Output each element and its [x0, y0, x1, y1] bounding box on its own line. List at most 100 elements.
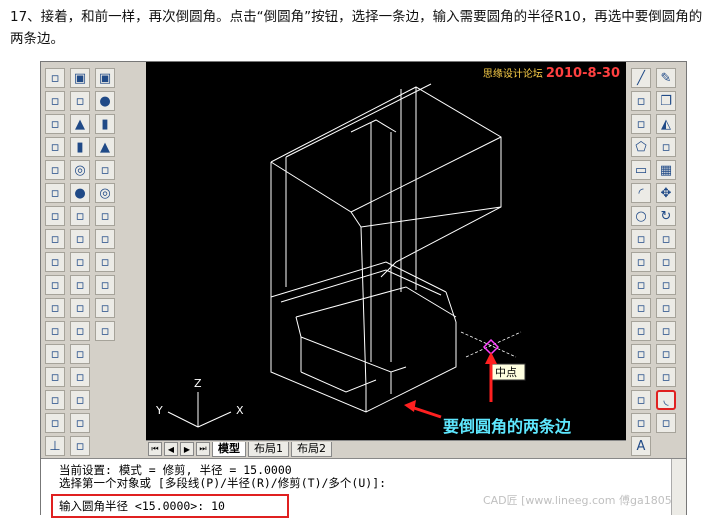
tab-layout1[interactable]: 布局1 [248, 441, 289, 457]
extend-icon[interactable]: ▫ [656, 298, 676, 318]
instruction-text: 17、接着，和前一样，再次倒圆角。点击“倒圆角”按钮，选择一条边，输入需要圆角的… [10, 9, 703, 47]
dim-text-edit-icon[interactable]: ▫ [45, 367, 65, 387]
tab-next-icon[interactable]: ▶ [180, 442, 194, 456]
stretch-icon[interactable]: ▫ [656, 252, 676, 272]
dim-aligned-icon[interactable]: ▫ [45, 91, 65, 111]
setup-drawing-icon[interactable]: ▫ [70, 321, 90, 341]
interfere-icon[interactable]: ▫ [70, 298, 90, 318]
tab-layout2[interactable]: 布局2 [291, 441, 332, 457]
section-icon[interactable]: ▫ [95, 275, 115, 295]
insert-block-icon[interactable]: ▫ [631, 321, 651, 341]
dim-update-icon[interactable]: ▫ [45, 390, 65, 410]
erase-icon[interactable]: ✎ [656, 68, 676, 88]
dim-style-icon[interactable]: ▫ [45, 413, 65, 433]
break-icon[interactable]: ▫ [656, 321, 676, 341]
toolbar-solids: ▣ ▫ ▲ ▮ ◎ ● ▫ ▫ ▫ ▫ ▫ ▫ ▫ ▫ ▫ ▫ ▫ [68, 66, 92, 459]
quick-leader-icon[interactable]: ▫ [45, 275, 65, 295]
rectangle-icon[interactable]: ▭ [631, 160, 651, 180]
intersect-icon[interactable]: ▫ [70, 436, 90, 456]
subtract-icon[interactable]: ▫ [70, 413, 90, 433]
extrude-icon[interactable]: ▫ [95, 206, 115, 226]
revcloud-icon[interactable]: ▫ [631, 229, 651, 249]
command-window[interactable]: 当前设置: 模式 = 修剪, 半径 = 15.0000 选择第一个对象或 [多段… [41, 458, 686, 518]
construction-line-icon[interactable]: ▫ [631, 91, 651, 111]
wedge-icon[interactable]: ▫ [70, 91, 90, 111]
section-icon[interactable]: ▫ [70, 275, 90, 295]
circle-icon[interactable]: ○ [631, 206, 651, 226]
command-scrollbar[interactable] [671, 459, 686, 515]
scale-icon[interactable]: ▫ [656, 229, 676, 249]
render-icon[interactable]: ▫ [95, 321, 115, 341]
command-input-line[interactable]: 输入圆角半径 <15.0000>: 10 [51, 494, 289, 518]
mirror-icon[interactable]: ◭ [656, 114, 676, 134]
axis-z-label: Z [194, 377, 202, 390]
dim-angular-icon[interactable]: ▫ [45, 183, 65, 203]
line-icon[interactable]: ╱ [631, 68, 651, 88]
trim-icon[interactable]: ▫ [656, 275, 676, 295]
setup-view-icon[interactable]: ▫ [70, 344, 90, 364]
ucs-axis-icon [167, 392, 232, 428]
midpoint-label: 中点 [495, 366, 517, 379]
center-mark-icon[interactable]: ▫ [45, 321, 65, 341]
cylinder-icon[interactable]: ▮ [95, 114, 115, 134]
toolbar-modify: ✎ ❐ ◭ ▫ ▦ ✥ ↻ ▫ ▫ ▫ ▫ ▫ ▫ ▫ ◟ ▫ [654, 66, 678, 436]
quick-dim-icon[interactable]: ▫ [45, 206, 65, 226]
interfere-icon[interactable]: ▫ [95, 298, 115, 318]
revolve-icon[interactable]: ▫ [95, 229, 115, 249]
join-icon[interactable]: ▫ [656, 344, 676, 364]
model-wireframe: 中点 Z Y X [155, 83, 526, 428]
slice-icon[interactable]: ▫ [70, 252, 90, 272]
sphere-icon[interactable]: ● [95, 91, 115, 111]
torus-icon[interactable]: ◎ [70, 160, 90, 180]
spline-icon[interactable]: ▫ [631, 252, 651, 272]
cylinder-icon[interactable]: ▮ [70, 137, 90, 157]
torus-icon[interactable]: ◎ [95, 183, 115, 203]
extrude-icon[interactable]: ▫ [70, 206, 90, 226]
rotate-icon[interactable]: ↻ [656, 206, 676, 226]
cube-icon[interactable]: ▣ [95, 68, 115, 88]
polygon-icon[interactable]: ⬠ [631, 137, 651, 157]
site-watermark: 思缘设计论坛 2010-8-30 [483, 65, 620, 81]
sphere-icon[interactable]: ● [70, 183, 90, 203]
cone-icon[interactable]: ▲ [70, 114, 90, 134]
annotation-arrows [404, 352, 497, 419]
fillet-icon[interactable]: ◟ [656, 390, 676, 410]
polyline-icon[interactable]: ▫ [631, 114, 651, 134]
copy-icon[interactable]: ❐ [656, 91, 676, 111]
revolve-icon[interactable]: ▫ [70, 229, 90, 249]
dim-diameter-icon[interactable]: ▫ [45, 160, 65, 180]
offset-icon[interactable]: ▫ [656, 137, 676, 157]
hatch-icon[interactable]: ▫ [631, 390, 651, 410]
tolerance-icon[interactable]: ▫ [45, 298, 65, 318]
drawing-viewport[interactable]: 中点 Z Y X 思缘设计论坛 2010-8-30 [146, 62, 626, 440]
move-icon[interactable]: ✥ [656, 183, 676, 203]
explode-icon[interactable]: ▫ [656, 413, 676, 433]
footer-credit: CAD匠 [www.lineeg.com 傅ga1805] [482, 494, 676, 507]
tab-last-icon[interactable]: ⏭ [196, 442, 210, 456]
dim-edit-icon[interactable]: ▫ [45, 344, 65, 364]
make-block-icon[interactable]: ▫ [631, 344, 651, 364]
cone-icon[interactable]: ▲ [95, 137, 115, 157]
dim-linear-icon[interactable]: ▫ [45, 68, 65, 88]
ucs-icon[interactable]: ⊥ [45, 436, 65, 456]
box-icon[interactable]: ▣ [70, 68, 90, 88]
ellipse-arc-icon[interactable]: ▫ [631, 298, 651, 318]
tab-prev-icon[interactable]: ◀ [164, 442, 178, 456]
arc-icon[interactable]: ◜ [631, 183, 651, 203]
dim-radius-icon[interactable]: ▫ [45, 137, 65, 157]
dim-baseline-icon[interactable]: ▫ [45, 229, 65, 249]
dim-ordinate-icon[interactable]: ▫ [45, 114, 65, 134]
union-icon[interactable]: ▫ [70, 390, 90, 410]
dim-continue-icon[interactable]: ▫ [45, 252, 65, 272]
array-icon[interactable]: ▦ [656, 160, 676, 180]
tab-first-icon[interactable]: ⏮ [148, 442, 162, 456]
tab-model[interactable]: 模型 [212, 441, 246, 457]
chamfer-icon[interactable]: ▫ [656, 367, 676, 387]
setup-profile-icon[interactable]: ▫ [70, 367, 90, 387]
ellipse-icon[interactable]: ▫ [631, 275, 651, 295]
text-icon[interactable]: A [631, 436, 651, 456]
wedge-icon[interactable]: ▫ [95, 160, 115, 180]
region-icon[interactable]: ▫ [631, 413, 651, 433]
point-icon[interactable]: ▫ [631, 367, 651, 387]
slice-icon[interactable]: ▫ [95, 252, 115, 272]
